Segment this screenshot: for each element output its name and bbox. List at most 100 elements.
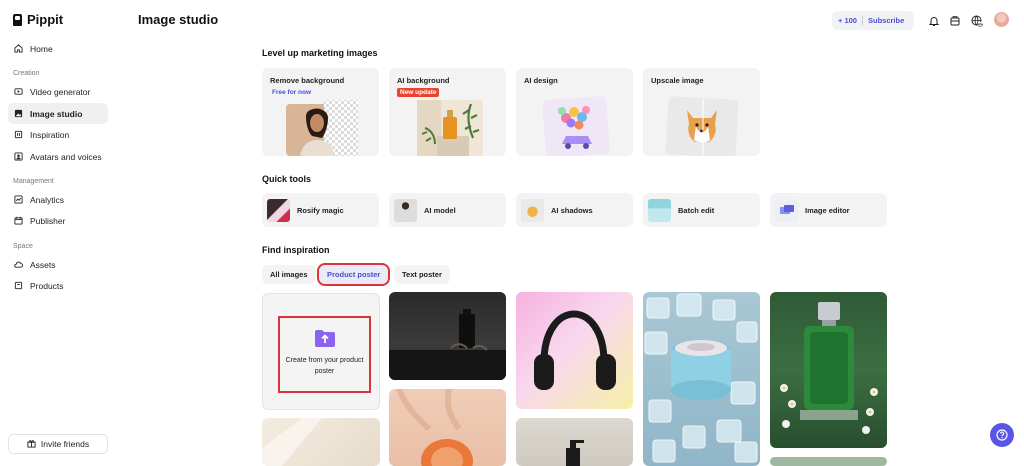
headphones-illustration bbox=[534, 310, 616, 390]
create-highlight[interactable]: Create from your product poster bbox=[278, 316, 371, 393]
image-editor-thumbnail bbox=[775, 198, 798, 222]
user-avatar[interactable] bbox=[994, 12, 1009, 27]
calendar-icon bbox=[14, 216, 23, 225]
ai-model-thumbnail bbox=[394, 198, 417, 222]
avatar-icon bbox=[14, 152, 23, 161]
sidebar-item-label: Video generator bbox=[30, 86, 91, 97]
upscale-image-preview bbox=[665, 96, 739, 156]
svg-text:EN: EN bbox=[978, 23, 983, 28]
sidebar-item-products[interactable]: Products bbox=[8, 275, 108, 296]
rosify-magic-thumbnail bbox=[267, 198, 290, 222]
invite-friends-button[interactable]: Invite friends bbox=[8, 434, 108, 454]
quick-tool-batch-edit[interactable]: Batch edit bbox=[643, 193, 760, 227]
quick-tool-rosify-magic[interactable]: Rosify magic bbox=[262, 193, 379, 227]
ai-shadows-thumbnail bbox=[521, 198, 544, 222]
new-update-badge: New update bbox=[397, 88, 440, 97]
sidebar: Pippit Home Creation Video generator Ima… bbox=[0, 0, 118, 466]
sidebar-item-video-generator[interactable]: Video generator bbox=[8, 81, 108, 102]
invite-friends-label: Invite friends bbox=[40, 439, 90, 449]
gallery-image-partial[interactable] bbox=[770, 457, 887, 466]
sidebar-item-inspiration[interactable]: Inspiration bbox=[8, 124, 108, 145]
sidebar-item-label: Inspiration bbox=[30, 129, 70, 140]
folder-upload-icon bbox=[314, 330, 335, 347]
quick-tool-ai-shadows[interactable]: AI shadows bbox=[516, 193, 633, 227]
help-button[interactable] bbox=[990, 423, 1014, 447]
create-from-product-poster-label: Create from your product poster bbox=[285, 357, 364, 375]
quick-tool-label: Image editor bbox=[805, 205, 850, 215]
create-from-product-poster-card[interactable]: Create from your product poster bbox=[262, 293, 380, 410]
ai-background-card[interactable]: AI background New update bbox=[389, 68, 506, 156]
sidebar-item-home[interactable]: Home bbox=[8, 38, 108, 59]
remove-background-preview bbox=[286, 100, 358, 156]
credits-count[interactable]: + 100 bbox=[838, 16, 857, 25]
box-icon bbox=[14, 281, 23, 290]
pippit-logo-icon bbox=[13, 13, 22, 26]
subscribe-link[interactable]: Subscribe bbox=[868, 16, 904, 25]
pippit-logo[interactable]: Pippit bbox=[13, 12, 63, 27]
sidebar-item-label: Analytics bbox=[30, 194, 65, 205]
question-icon bbox=[996, 429, 1008, 441]
gallery-image-bottle[interactable] bbox=[516, 418, 633, 466]
image-icon bbox=[14, 109, 23, 118]
cloud-icon bbox=[14, 260, 23, 269]
sidebar-item-label: Home bbox=[30, 43, 53, 54]
tab-product-poster[interactable]: Product poster bbox=[316, 263, 391, 286]
app-name: Pippit bbox=[27, 12, 64, 27]
section-label-space: Space bbox=[13, 243, 33, 250]
sidebar-item-analytics[interactable]: Analytics bbox=[8, 189, 108, 210]
divider bbox=[861, 16, 863, 25]
image-editor-icon bbox=[779, 205, 794, 214]
gallery-image-perfume-dark[interactable] bbox=[389, 292, 506, 380]
quick-tool-label: Rosify magic bbox=[297, 205, 344, 215]
remove-background-card[interactable]: Remove background Free for now bbox=[262, 68, 379, 156]
peach-product-illustration bbox=[396, 389, 473, 466]
page-title: Image studio bbox=[138, 12, 219, 27]
find-inspiration-heading: Find inspiration bbox=[262, 245, 330, 255]
dark-perfume-illustration bbox=[389, 309, 506, 380]
batch-edit-thumbnail bbox=[648, 198, 671, 222]
feature-title: Upscale image bbox=[651, 76, 704, 85]
feature-title: AI design bbox=[524, 76, 558, 85]
gallery-image-green-perfume[interactable] bbox=[770, 292, 887, 448]
ai-design-card[interactable]: AI design bbox=[516, 68, 633, 156]
ai-background-preview bbox=[417, 100, 483, 156]
sidebar-item-label: Assets bbox=[30, 259, 56, 270]
quick-tool-image-editor[interactable]: Image editor bbox=[770, 193, 887, 227]
tab-all-images[interactable]: All images bbox=[262, 265, 316, 284]
pump-bottle-illustration bbox=[566, 440, 584, 466]
upscale-image-card[interactable]: Upscale image bbox=[643, 68, 760, 156]
video-icon bbox=[14, 87, 23, 96]
level-up-heading: Level up marketing images bbox=[262, 48, 378, 58]
gallery-image-peach[interactable] bbox=[389, 389, 506, 466]
sidebar-item-label: Publisher bbox=[30, 215, 66, 226]
sidebar-item-image-studio[interactable]: Image studio bbox=[8, 103, 108, 124]
sidebar-item-assets[interactable]: Assets bbox=[8, 254, 108, 275]
sidebar-item-label: Image studio bbox=[30, 108, 83, 119]
credits-subscribe-pill[interactable]: + 100 Subscribe bbox=[832, 11, 914, 30]
quick-tool-ai-model[interactable]: AI model bbox=[389, 193, 506, 227]
gallery-image-cream[interactable] bbox=[262, 418, 380, 466]
sidebar-item-label: Avatars and voices bbox=[30, 151, 102, 162]
quick-tools-heading: Quick tools bbox=[262, 174, 312, 184]
feature-title: AI background bbox=[397, 76, 450, 85]
ice-jar-illustration bbox=[644, 293, 758, 463]
sidebar-item-publisher[interactable]: Publisher bbox=[8, 210, 108, 231]
gallery-image-headphones[interactable] bbox=[516, 292, 633, 409]
section-label-creation: Creation bbox=[13, 70, 40, 77]
bell-icon[interactable] bbox=[928, 14, 940, 26]
sidebar-item-label: Products bbox=[30, 280, 64, 291]
free-badge: Free for now bbox=[272, 89, 312, 96]
inbox-icon[interactable] bbox=[949, 14, 961, 26]
tab-text-poster[interactable]: Text poster bbox=[394, 265, 450, 284]
gallery-image-ice-cream-jar[interactable] bbox=[643, 292, 760, 466]
cream-scene-illustration bbox=[262, 418, 322, 466]
language-icon[interactable]: EN bbox=[971, 14, 985, 28]
analytics-icon bbox=[14, 195, 23, 204]
green-perfume-illustration bbox=[780, 302, 878, 434]
ai-design-preview bbox=[542, 96, 610, 156]
gift-icon bbox=[27, 439, 36, 450]
sidebar-item-avatars-and-voices[interactable]: Avatars and voices bbox=[8, 146, 108, 167]
lightbulb-icon bbox=[14, 130, 23, 139]
quick-tool-label: Batch edit bbox=[678, 205, 715, 215]
quick-tool-label: AI model bbox=[424, 205, 456, 215]
